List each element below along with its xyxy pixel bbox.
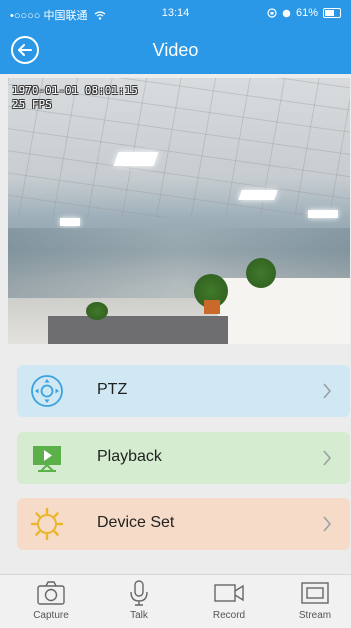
toolbar-label: Record <box>212 610 246 621</box>
video-osd: 1970-01-01 08:01:15 25 FPS <box>12 84 138 112</box>
alarm-icon <box>282 9 291 18</box>
ceiling-light <box>60 218 80 226</box>
toolbar-label: Talk <box>130 610 148 621</box>
stream-button[interactable]: Stream <box>280 579 350 625</box>
toolbar-label: Stream <box>298 610 332 621</box>
menu-item-device-set[interactable]: Device Set <box>17 498 350 550</box>
menu-item-playback[interactable]: Playback <box>17 432 350 484</box>
monitor-play-icon <box>29 440 65 476</box>
nav-bar: Video <box>0 26 351 74</box>
camera-icon <box>37 581 65 605</box>
office-desk <box>218 278 350 344</box>
menu-item-label: Device Set <box>97 514 175 531</box>
plant <box>246 258 276 288</box>
ceiling-light <box>308 210 338 218</box>
capture-button[interactable]: Capture <box>16 579 86 625</box>
microphone-icon <box>130 580 148 606</box>
record-button[interactable]: Record <box>194 579 264 625</box>
stream-icon <box>301 582 329 604</box>
ceiling-light <box>113 152 159 166</box>
toolbar-label: Capture <box>33 610 69 621</box>
plant-pot <box>204 300 220 314</box>
menu-item-label: PTZ <box>97 381 128 398</box>
video-timestamp: 1970-01-01 08:01:15 <box>12 84 138 97</box>
chevron-right-icon <box>323 383 332 399</box>
ptz-joystick-icon <box>29 373 65 409</box>
office-desk <box>48 316 228 344</box>
menu-item-label: Playback <box>97 448 162 465</box>
battery-icon <box>323 8 341 18</box>
live-video-view[interactable]: 1970-01-01 08:01:15 25 FPS <box>8 78 350 344</box>
plant <box>86 302 108 320</box>
rotation-lock-icon <box>267 8 277 18</box>
ceiling-light <box>238 190 278 200</box>
chevron-right-icon <box>323 450 332 466</box>
talk-button[interactable]: Talk <box>104 579 174 625</box>
bottom-toolbar: Capture Talk Record Stream <box>0 574 351 628</box>
gear-icon <box>29 506 65 542</box>
video-record-icon <box>214 584 244 602</box>
menu-item-ptz[interactable]: PTZ <box>17 365 350 417</box>
chevron-right-icon <box>323 516 332 532</box>
video-fps: 25 FPS <box>12 98 52 111</box>
status-bar: •○○○○ 中国联通 13:14 61% <box>0 0 351 26</box>
battery-percent: 61% <box>295 7 318 19</box>
page-title: Video <box>152 40 199 60</box>
